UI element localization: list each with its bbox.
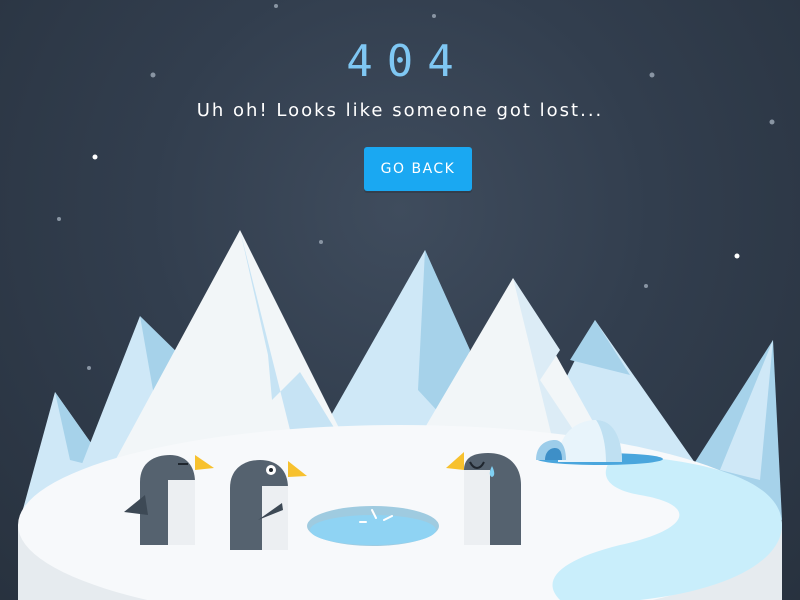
star-icon bbox=[87, 366, 91, 370]
star-icon bbox=[734, 253, 740, 259]
go-back-button[interactable]: GO BACK bbox=[364, 147, 472, 191]
star-icon bbox=[432, 14, 436, 18]
star-icon bbox=[274, 4, 278, 8]
star-icon bbox=[319, 240, 323, 244]
error-code: 404 bbox=[346, 36, 468, 87]
error-message: Uh oh! Looks like someone got lost... bbox=[196, 100, 604, 121]
ice-hole-icon bbox=[307, 506, 439, 546]
star-icon bbox=[644, 284, 648, 288]
star-icon bbox=[92, 154, 98, 160]
scene-illustration bbox=[18, 4, 782, 600]
star-icon bbox=[57, 217, 61, 221]
